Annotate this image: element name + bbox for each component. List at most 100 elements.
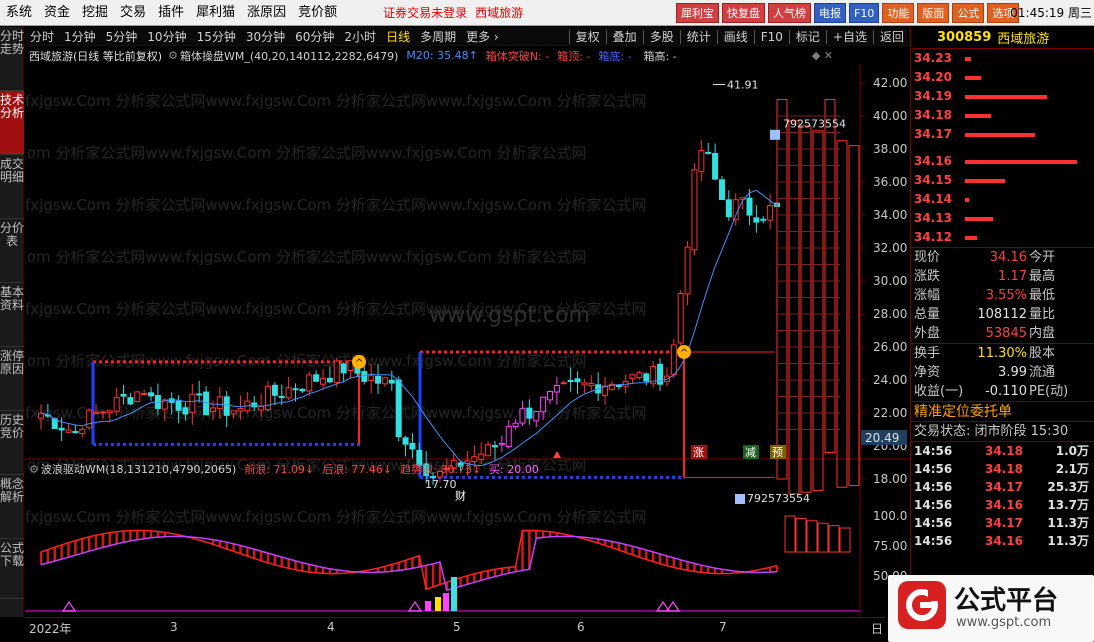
price-tick: 32.00 — [873, 241, 907, 255]
chart-tool[interactable]: 标记 — [790, 28, 826, 45]
period-item[interactable]: 多周期 — [415, 28, 461, 45]
toolbar-button[interactable]: 公式 — [952, 3, 985, 23]
order-section-title[interactable]: 精准定位委托单 — [911, 401, 1094, 421]
toolbar-button[interactable]: 功能 — [882, 3, 915, 23]
candle-body — [120, 394, 127, 397]
period-item[interactable]: 2小时 — [339, 28, 381, 45]
quote-row: 涨跌 1.17 最高 — [911, 267, 1094, 286]
wave-indicator-name[interactable]: 波浪驱动WM(18,131210,4790,2065) — [41, 461, 236, 477]
left-tab[interactable]: 分时走势 — [0, 27, 24, 91]
candle-body — [141, 392, 148, 395]
left-tab[interactable]: 基本资料 — [0, 283, 24, 347]
period-item[interactable]: 1分钟 — [59, 28, 101, 45]
candle-body — [540, 396, 547, 413]
tick-price: 34.17 — [985, 480, 1023, 494]
orderbook-row[interactable]: 34.23 — [911, 49, 1094, 68]
close-icon[interactable]: ◆ ✕ — [812, 49, 833, 62]
login-warning[interactable]: 证券交易未登录 — [383, 4, 467, 21]
candle-body — [712, 153, 719, 180]
toolbar-button[interactable]: 电报 — [814, 3, 846, 23]
chart-tool[interactable]: 多股 — [644, 28, 680, 45]
candle-body — [478, 453, 485, 460]
quote-stats-2: 换手 11.30% 股本 净资 3.99 流通 收益(一) -0.110 PE(动) — [911, 344, 1094, 401]
orderbook-row[interactable]: 34.20 — [911, 68, 1094, 87]
last-price-label: 20.49 — [865, 431, 899, 445]
period-item[interactable]: 30分钟 — [241, 28, 290, 45]
orderbook-bar — [965, 179, 1005, 183]
left-tab[interactable]: 公式下载 — [0, 539, 24, 599]
indicator-name[interactable]: 箱体操盘WM_(40,20,140112,2282,6479) — [180, 48, 398, 64]
chart-tool[interactable]: +自选 — [827, 28, 873, 45]
orderbook-row[interactable]: 34.13 — [911, 209, 1094, 228]
toolbar-button[interactable]: 人气榜 — [768, 3, 811, 23]
orderbook-row[interactable]: 34.18 — [911, 106, 1094, 125]
menu-item[interactable]: 涨原因 — [241, 0, 292, 26]
signal-bar — [443, 593, 449, 611]
left-tab[interactable]: 成交明细 — [0, 155, 24, 219]
orderbook-row[interactable]: 34.17 — [911, 125, 1094, 144]
period-item[interactable]: 更多 › — [461, 28, 504, 45]
orderbook-row[interactable]: 34.19 — [911, 87, 1094, 106]
orderbook-row[interactable]: 34.14 — [911, 190, 1094, 209]
orderbook-price: 34.23 — [914, 51, 952, 65]
chart-tool[interactable]: 叠加 — [607, 28, 643, 45]
tick-list: 14:56 34.18 1.0万 14:56 34.18 2.1万 14:56 34.17 25… — [911, 441, 1094, 550]
stock-code: 300859 — [937, 30, 992, 45]
menu-item[interactable]: 犀利猫 — [190, 0, 241, 26]
period-item[interactable]: 10分钟 — [142, 28, 191, 45]
price-tick: 34.00 — [873, 208, 907, 222]
left-tab[interactable]: 涨停原因 — [0, 347, 24, 411]
chart-tool[interactable]: 画线 — [718, 28, 754, 45]
watermark-line: fxjgsw.Com 分析家公式网www.fxjgsw.Com 分析家公式网ww… — [25, 248, 586, 266]
period-toolbar: 分时 1分钟 5分钟 10分钟 15分钟 30分钟 60分钟 2小时 日线 多周期 更多 › 复权叠… — [25, 27, 910, 46]
left-tab[interactable]: 分价表 — [0, 219, 24, 283]
candle-body — [753, 217, 760, 223]
period-item[interactable]: 分时 — [25, 28, 59, 45]
menu-item[interactable]: 系统 — [0, 0, 38, 26]
candle-body — [767, 205, 774, 221]
marker-zhang: 涨 — [693, 446, 704, 459]
period-item[interactable]: 15分钟 — [192, 28, 241, 45]
orderbook-bar — [965, 57, 971, 61]
gear-icon[interactable]: ⚙ — [29, 463, 39, 476]
toolbar-button[interactable]: 犀利宝 — [676, 3, 719, 23]
quote-label-2: 量比 — [1029, 307, 1056, 322]
orderbook-row[interactable]: 34.12 — [911, 228, 1094, 247]
orderbook-row[interactable]: 34.16 — [911, 152, 1094, 171]
menu-item[interactable]: 挖掘 — [76, 0, 114, 26]
toolbar-button[interactable]: F10 — [849, 3, 880, 23]
tick-price: 34.16 — [985, 534, 1023, 548]
menu-item[interactable]: 竞价额 — [292, 0, 343, 26]
orderbook-row[interactable]: 34.15 — [911, 171, 1094, 190]
box-top: 箱顶: - — [557, 49, 591, 63]
period-items: 分时 1分钟 5分钟 10分钟 15分钟 30分钟 60分钟 2小时 日线 多周期 更多 › — [25, 28, 504, 45]
chart-tool[interactable]: 返回 — [874, 28, 910, 45]
chart-tool[interactable]: F10 — [755, 30, 789, 44]
chart-tool[interactable]: 统计 — [681, 28, 717, 45]
left-tab[interactable]: 技术分析 — [0, 91, 24, 155]
period-item[interactable]: 日线 — [381, 28, 415, 45]
marker-cai: 财 — [455, 489, 466, 503]
breakout-arrow: ^ — [355, 358, 363, 369]
menu-item[interactable]: 资金 — [38, 0, 76, 26]
left-tab[interactable]: 概念解析 — [0, 475, 24, 539]
toolbar-button[interactable]: 快复盘 — [722, 3, 765, 23]
toolbar-button[interactable]: 版面 — [917, 3, 950, 23]
menu-item[interactable]: 插件 — [152, 0, 190, 26]
menu-item[interactable]: 交易 — [114, 0, 152, 26]
quote-value: 3.99 — [998, 365, 1027, 380]
candle-body — [588, 382, 595, 387]
period-item[interactable]: 60分钟 — [290, 28, 339, 45]
kline-chart[interactable]: fxjgsw.Com 分析家公式网www.fxjgsw.Com 分析家公式网ww… — [25, 46, 910, 617]
orderbook-bar — [965, 133, 1035, 137]
period-item[interactable]: 5分钟 — [101, 28, 143, 45]
chart-tool[interactable]: 复权 — [570, 28, 606, 45]
watermark-site: www.gspt.com — [429, 303, 590, 328]
quote-label-2: PE(动) — [1029, 384, 1069, 399]
quote-label-2: 最高 — [1029, 269, 1056, 284]
gear-icon[interactable]: ⚙ — [168, 49, 178, 62]
tick-time: 14:56 — [914, 516, 953, 530]
orderbook-price: 34.15 — [914, 173, 952, 187]
quote-panel: 300859 西域旅游 34.23 34.20 34.19 34.18 34.17 34.… — [910, 27, 1094, 642]
left-tab[interactable]: 历史竞价 — [0, 411, 24, 475]
